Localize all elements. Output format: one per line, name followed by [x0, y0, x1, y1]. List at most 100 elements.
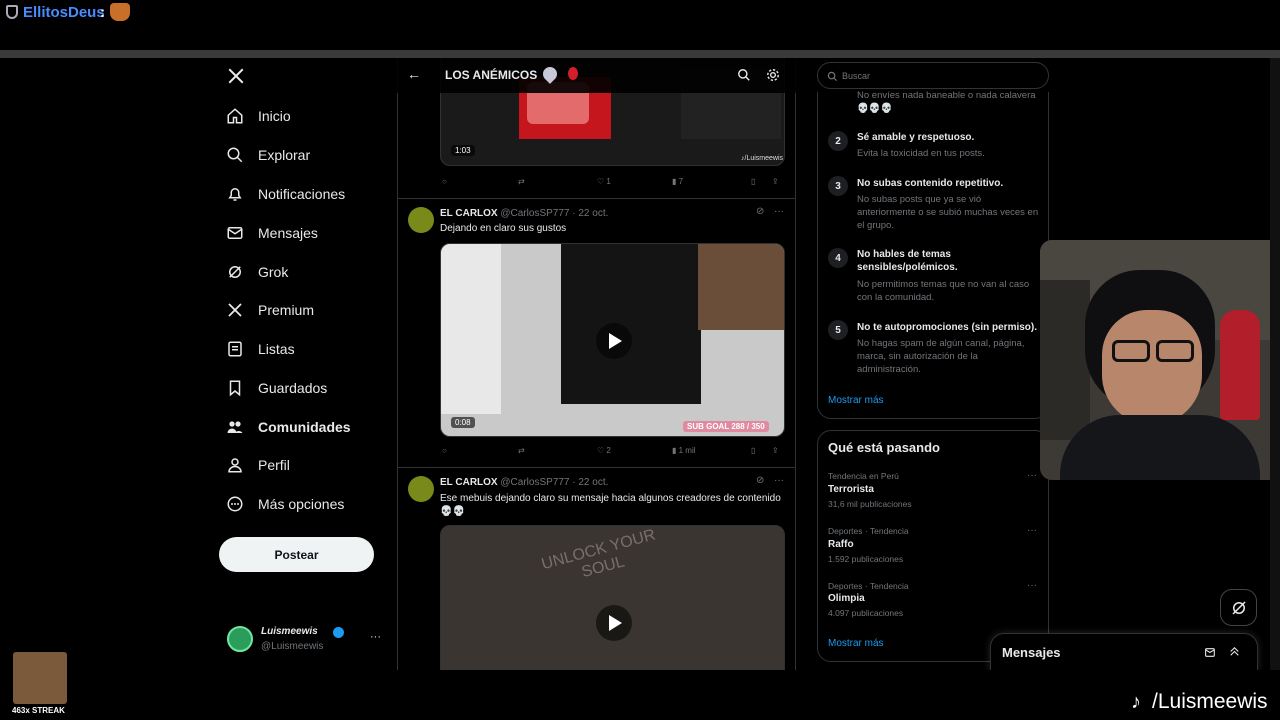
chevron-up-icon[interactable]: [1228, 645, 1241, 658]
grok-floating-button[interactable]: [1220, 589, 1257, 626]
grok-icon: [229, 266, 241, 278]
rule-number: 4: [828, 248, 848, 268]
share-icon[interactable]: ⇪: [772, 446, 779, 455]
trend-more-button[interactable]: ···: [1027, 470, 1037, 481]
share-icon[interactable]: ⇪: [772, 177, 779, 186]
nav-label: Mensajes: [258, 225, 318, 241]
nav-item-mas-opciones[interactable]: Más opciones: [226, 490, 344, 518]
x-logo-icon[interactable]: [227, 67, 245, 85]
nav-item-premium[interactable]: Premium: [226, 296, 314, 324]
author-avatar[interactable]: [408, 207, 434, 233]
rule-1-description: No envíes nada baneable o nada calavera …: [857, 90, 1036, 114]
back-button[interactable]: ←: [407, 66, 421, 82]
search-icon[interactable]: [737, 68, 751, 82]
rules-show-more-link[interactable]: Mostrar más: [828, 395, 884, 406]
search-icon: [227, 147, 243, 163]
search-bar[interactable]: [817, 62, 1049, 89]
bookmark-icon: [229, 380, 241, 397]
scrollbar[interactable]: [1270, 58, 1280, 670]
list-icon: [228, 341, 242, 357]
profile-more-button[interactable]: ···: [370, 631, 381, 643]
trend-more-button[interactable]: ···: [1027, 580, 1037, 591]
tweet-date[interactable]: · 22 oct.: [572, 477, 608, 488]
video-watermark: ♪/Luismeewis: [741, 155, 784, 162]
play-button[interactable]: [596, 605, 632, 641]
trend-meta: Tendencia en Perú: [828, 471, 899, 481]
nav-item-explorar[interactable]: Explorar: [226, 141, 310, 169]
video-duration: 0:08: [451, 417, 475, 428]
nav-label: Premium: [258, 302, 315, 318]
nav-item-listas[interactable]: Listas: [226, 335, 295, 363]
nav-item-grok[interactable]: Grok: [226, 258, 288, 286]
views-button[interactable]: ▮ 1 mil: [672, 446, 696, 455]
trend-more-button[interactable]: ···: [1027, 525, 1037, 536]
bookmark-icon[interactable]: ▯: [751, 177, 755, 186]
nav-label: Listas: [258, 341, 295, 357]
author-name[interactable]: EL CARLOX: [440, 477, 498, 488]
trend-name[interactable]: Olimpia: [828, 593, 865, 604]
profile-avatar[interactable]: [227, 626, 253, 652]
trend-count: 31,6 mil publicaciones: [828, 499, 912, 509]
fox-emote-icon: [110, 3, 130, 21]
rule-title: No te autopromociones (sin permiso).: [857, 322, 1038, 333]
nav-label: Explorar: [258, 147, 311, 163]
nav-item-perfil[interactable]: Perfil: [226, 451, 290, 479]
trend-count: 1.592 publicaciones: [828, 554, 904, 564]
tweet-more-button[interactable]: ···: [774, 475, 784, 486]
trend-meta: Deportes · Tendencia: [828, 526, 909, 536]
nav-label: Guardados: [258, 380, 328, 396]
communities-icon: [227, 421, 243, 433]
sub-goal-overlay: SUB GOAL 288 / 350: [683, 421, 769, 432]
reply-icon[interactable]: ○: [442, 446, 447, 455]
nav-item-comunidades[interactable]: Comunidades: [226, 413, 351, 441]
views-button[interactable]: ▮ 7: [672, 177, 683, 186]
gear-icon[interactable]: [766, 68, 780, 82]
author-avatar[interactable]: [408, 476, 434, 502]
reply-icon[interactable]: ○: [442, 177, 447, 186]
timeline-column: 1:03 ♪/Luismeewis ○ ⇄ ♡ 1 ▮ 7 ▯ ⇪ EL CAR…: [397, 58, 796, 670]
repost-icon[interactable]: ⇄: [518, 446, 525, 455]
bell-icon: [228, 188, 242, 201]
spiderman-figure: [1220, 310, 1260, 420]
author-name[interactable]: EL CARLOX: [440, 208, 498, 219]
author-handle[interactable]: @CarlosSP777: [500, 477, 569, 488]
like-button[interactable]: ♡ 2: [597, 446, 611, 455]
verified-badge-icon: [333, 627, 344, 638]
author-handle[interactable]: @CarlosSP777: [500, 208, 569, 219]
grok-icon[interactable]: ⊘: [756, 475, 764, 486]
tweet-more-button[interactable]: ···: [774, 206, 784, 217]
chat-overlay: [441, 244, 501, 414]
search-input[interactable]: [840, 68, 1040, 84]
emote-image: [13, 652, 67, 704]
tweet-video[interactable]: UNLOCK YOUR SOUL: [440, 525, 785, 670]
tweet-video[interactable]: 0:08 SUB GOAL 288 / 350: [440, 243, 785, 437]
messages-drawer[interactable]: Mensajes: [990, 633, 1258, 671]
trends-show-more-link[interactable]: Mostrar más: [828, 638, 884, 649]
tweet-text: Dejando en claro sus gustos: [440, 223, 567, 234]
nav-item-notificaciones[interactable]: Notificaciones: [226, 180, 345, 208]
video-frame: [561, 244, 701, 404]
trend-count: 4.097 publicaciones: [828, 608, 904, 618]
grok-icon[interactable]: ⊘: [756, 206, 764, 217]
trend-name[interactable]: Raffo: [828, 539, 854, 550]
post-button[interactable]: Postear: [219, 537, 374, 572]
like-button[interactable]: ♡ 1: [597, 177, 611, 186]
messages-drawer-title: Mensajes: [1002, 645, 1061, 660]
repost-icon[interactable]: ⇄: [518, 177, 525, 186]
x-icon: [228, 303, 242, 317]
bookmark-icon[interactable]: ▯: [751, 446, 755, 455]
tweet-date[interactable]: · 22 oct.: [572, 208, 608, 219]
nav-item-guardados[interactable]: Guardados: [226, 374, 327, 402]
nav-item-inicio[interactable]: Inicio: [226, 102, 291, 130]
play-button[interactable]: [596, 323, 632, 359]
new-message-icon[interactable]: [1204, 646, 1217, 659]
rule-description: No hagas spam de algún canal, página, ma…: [857, 338, 1025, 375]
trend-name[interactable]: Terrorista: [828, 484, 874, 495]
trend-meta: Deportes · Tendencia: [828, 581, 909, 591]
tweet-divider: [398, 198, 795, 199]
syringe-icon: [540, 64, 560, 84]
nav-item-mensajes[interactable]: Mensajes: [226, 219, 318, 247]
chat-colon: :: [100, 4, 105, 21]
collectibles-shelf: [1040, 280, 1090, 440]
community-header: ← LOS ANÉMICOS: [397, 58, 796, 93]
